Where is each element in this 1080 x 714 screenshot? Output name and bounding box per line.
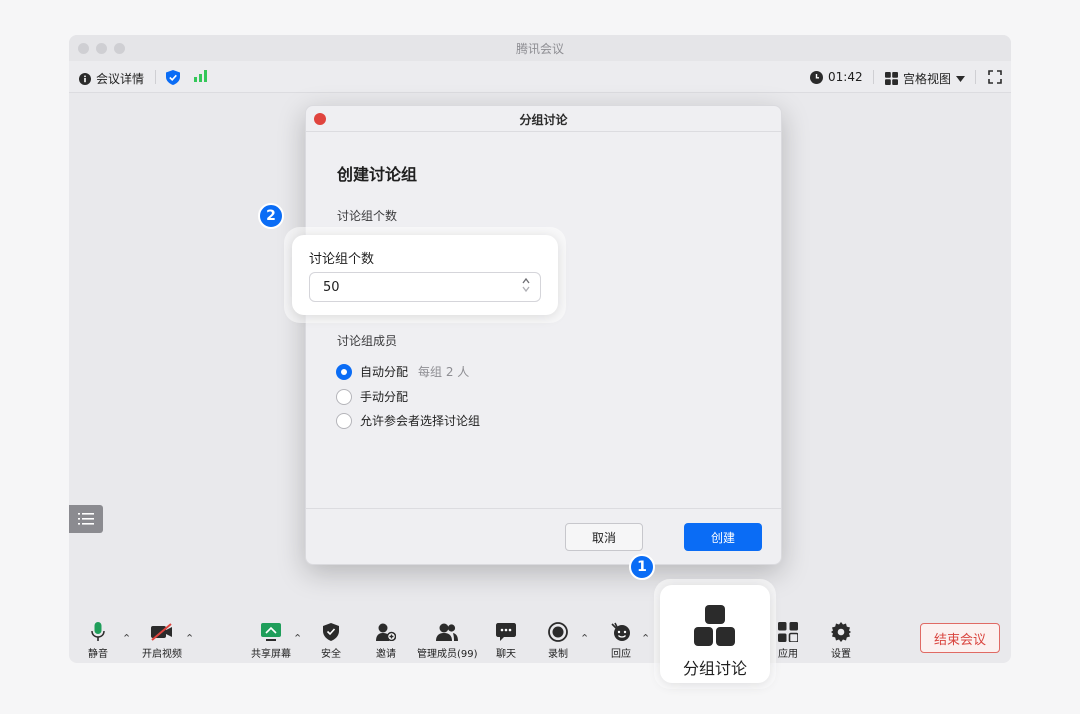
record-icon xyxy=(548,622,568,642)
apps-grid-icon xyxy=(778,622,798,642)
meeting-top-bar: 会议详情 01:42 宫格视图 xyxy=(69,61,1011,93)
record-options-caret-icon[interactable]: ⌃ xyxy=(580,632,589,645)
manage-members-button[interactable]: 管理成员(99) xyxy=(417,620,478,660)
callout-label: 讨论组个数 xyxy=(309,252,375,267)
record-button[interactable]: 录制 xyxy=(548,620,568,660)
shield-check-icon xyxy=(166,70,180,85)
security-button[interactable]: 安全 xyxy=(321,620,341,660)
chevron-up-down-icon xyxy=(522,277,530,293)
radio-self-select[interactable]: 允许参会者选择讨论组 xyxy=(336,412,480,429)
divider xyxy=(873,70,874,84)
member-list-toggle[interactable] xyxy=(69,505,103,533)
record-label: 录制 xyxy=(548,649,568,660)
per-group-hint: 每组 2 人 xyxy=(418,365,470,379)
view-layout-dropdown[interactable]: 宫格视图 xyxy=(885,70,966,87)
breakout-callout: 分组讨论 xyxy=(654,579,776,689)
dialog-footer: 取消 创建 xyxy=(306,508,781,564)
share-screen-button[interactable]: 共享屏幕 xyxy=(251,620,291,660)
fullscreen-icon xyxy=(988,70,1002,84)
radio-auto-assign[interactable]: 自动分配 每组 2 人 xyxy=(336,363,469,380)
title-bar: 腾讯会议 xyxy=(69,35,1011,61)
radio-label: 手动分配 xyxy=(360,390,409,404)
mute-label: 静音 xyxy=(88,649,108,660)
settings-button[interactable]: 设置 xyxy=(831,620,851,660)
mute-button[interactable]: 静音 xyxy=(88,620,108,660)
breakout-label: 分组讨论 xyxy=(682,659,747,678)
list-icon xyxy=(78,513,94,525)
chat-bubble-icon xyxy=(496,623,516,641)
share-options-caret-icon[interactable]: ⌃ xyxy=(293,632,302,645)
divider xyxy=(155,70,156,84)
window-title: 腾讯会议 xyxy=(515,42,564,56)
breakout-button[interactable]: 分组讨论 xyxy=(660,585,770,683)
radio-manual-assign[interactable]: 手动分配 xyxy=(336,388,408,405)
radio-button[interactable] xyxy=(336,388,352,405)
add-person-icon xyxy=(376,623,396,641)
radio-button[interactable] xyxy=(336,412,352,429)
members-label: 讨论组成员 xyxy=(337,334,398,348)
video-options-caret-icon[interactable]: ⌃ xyxy=(185,632,194,645)
cancel-button[interactable]: 取消 xyxy=(565,523,643,551)
view-layout-label: 宫格视图 xyxy=(903,72,952,86)
settings-label: 设置 xyxy=(831,649,851,660)
callout-card: 讨论组个数 50 xyxy=(292,235,558,315)
grid-view-icon xyxy=(885,72,898,85)
dialog-title-bar: 分组讨论 xyxy=(306,106,781,132)
signal-bars-icon xyxy=(194,70,207,82)
group-count-label: 讨论组个数 xyxy=(337,209,398,223)
reaction-options-caret-icon[interactable]: ⌃ xyxy=(641,632,650,645)
step-badge-2: 2 xyxy=(258,203,284,229)
end-meeting-button[interactable]: 结束会议 xyxy=(920,623,1000,653)
chat-label: 聊天 xyxy=(496,649,516,660)
radio-label: 允许参会者选择讨论组 xyxy=(360,414,481,428)
group-count-value: 50 xyxy=(323,280,340,295)
network-signal-indicator[interactable] xyxy=(194,70,207,82)
reaction-label: 回应 xyxy=(611,649,631,660)
dialog-heading: 创建讨论组 xyxy=(337,165,418,184)
reaction-button[interactable]: 回应 xyxy=(610,620,632,660)
group-count-stepper[interactable]: 50 xyxy=(309,272,541,302)
timer-value: 01:42 xyxy=(828,70,863,84)
gear-icon xyxy=(831,622,851,642)
breakout-dialog: 分组讨论 创建讨论组 讨论组个数 讨论组成员 自动分配 每组 2 人 手动分配 … xyxy=(305,105,782,565)
share-screen-icon xyxy=(261,623,281,641)
microphone-icon xyxy=(91,622,105,641)
divider xyxy=(975,70,976,84)
members-icon xyxy=(436,623,459,641)
invite-button[interactable]: 邀请 xyxy=(376,620,396,660)
dialog-title: 分组讨论 xyxy=(519,113,568,127)
share-label: 共享屏幕 xyxy=(251,649,291,660)
create-button[interactable]: 创建 xyxy=(684,523,762,551)
stepper-arrows-icon[interactable] xyxy=(522,277,530,296)
security-shield-indicator[interactable] xyxy=(166,70,180,85)
radio-button-checked[interactable] xyxy=(336,363,352,380)
video-off-icon xyxy=(151,623,172,641)
mute-options-caret-icon[interactable]: ⌃ xyxy=(122,632,131,645)
fullscreen-button[interactable] xyxy=(988,70,1002,84)
shield-icon xyxy=(323,623,339,641)
breakout-rooms-icon xyxy=(694,605,735,646)
meeting-info-button[interactable]: 会议详情 xyxy=(79,70,144,87)
apps-label: 应用 xyxy=(778,649,798,660)
reaction-hand-icon xyxy=(611,622,630,641)
meeting-info-label: 会议详情 xyxy=(96,72,145,86)
meeting-timer: 01:42 xyxy=(810,70,863,84)
apps-button[interactable]: 应用 xyxy=(778,620,798,660)
security-label: 安全 xyxy=(321,649,341,660)
radio-label: 自动分配 xyxy=(360,365,409,379)
chat-button[interactable]: 聊天 xyxy=(496,620,516,660)
members-label: 管理成员(99) xyxy=(417,649,478,660)
group-count-callout: 讨论组个数 50 xyxy=(284,227,566,323)
video-label: 开启视频 xyxy=(142,649,182,660)
step-badge-1: 1 xyxy=(629,554,655,580)
clock-icon xyxy=(810,70,823,84)
info-icon xyxy=(79,72,91,85)
invite-label: 邀请 xyxy=(376,649,396,660)
caret-down-icon xyxy=(956,75,966,82)
start-video-button[interactable]: 开启视频 xyxy=(142,620,182,660)
